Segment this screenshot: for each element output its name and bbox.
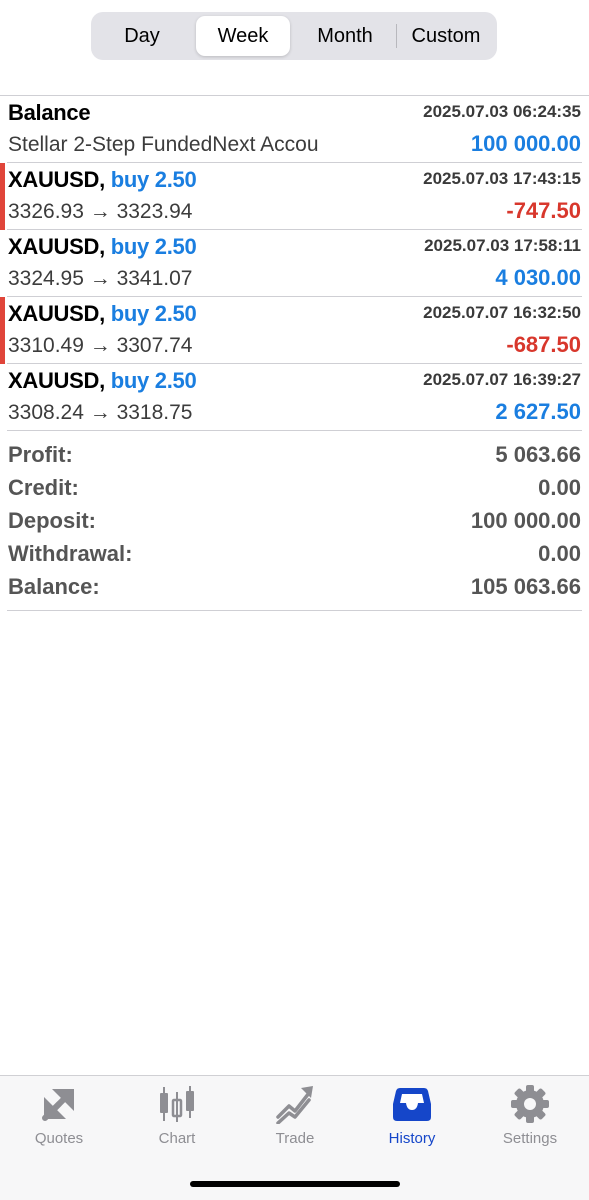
tabbar-history[interactable]: History <box>353 1084 471 1154</box>
deal-title: XAUUSD, buy 2.50 <box>8 234 197 260</box>
deal-side-volume: buy 2.50 <box>110 301 197 326</box>
segment-divider <box>396 24 397 48</box>
deal-prices: 3310.49 → 3307.74 <box>8 334 193 357</box>
deal-time: 2025.07.03 17:58:11 <box>424 236 581 255</box>
deal-symbol: XAUUSD, <box>8 368 105 393</box>
deal-row[interactable]: XAUUSD, buy 2.50 2025.07.03 17:58:11 332… <box>0 230 589 297</box>
balance-entry-title: Balance <box>8 100 91 125</box>
tabbar-label: Chart <box>158 1130 196 1147</box>
deal-time: 2025.07.07 16:39:27 <box>423 370 581 389</box>
deal-row[interactable]: XAUUSD, buy 2.50 2025.07.07 16:39:27 330… <box>0 364 589 431</box>
tab-custom[interactable]: Custom <box>399 16 493 56</box>
summary-bottom-divider <box>7 610 582 611</box>
deal-side-volume: buy 2.50 <box>110 234 197 259</box>
deal-time: 2025.07.03 17:43:15 <box>423 169 581 188</box>
trade-trend-icon <box>276 1086 313 1124</box>
gear-icon <box>511 1085 549 1123</box>
summary-credit-row: Credit: 0.00 <box>0 473 589 506</box>
summary-label: Credit: <box>8 475 79 500</box>
summary-withdrawal-row: Withdrawal: 0.00 <box>0 539 589 572</box>
tabbar-trade[interactable]: Trade <box>236 1084 354 1154</box>
balance-entry-row[interactable]: Balance 2025.07.03 06:24:35 Stellar 2-St… <box>0 96 589 163</box>
tab-day[interactable]: Day <box>95 16 189 56</box>
balance-entry-comment: Stellar 2-Step FundedNext Accou <box>8 133 319 156</box>
tabbar-label: Trade <box>275 1130 315 1147</box>
deal-side-volume: buy 2.50 <box>110 167 197 192</box>
balance-entry-time: 2025.07.03 06:24:35 <box>423 102 581 121</box>
quotes-arrows-icon <box>42 1089 74 1121</box>
tabbar-settings[interactable]: Settings <box>471 1084 589 1154</box>
row-divider <box>7 430 582 431</box>
deal-row[interactable]: XAUUSD, buy 2.50 2025.07.03 17:43:15 332… <box>0 163 589 230</box>
candlestick-chart-icon <box>160 1086 194 1122</box>
summary-value: 105 063.66 <box>470 574 581 599</box>
period-segmented-control: Day Week Month Custom <box>91 12 497 60</box>
deal-row[interactable]: XAUUSD, buy 2.50 2025.07.07 16:32:50 331… <box>0 297 589 364</box>
deal-title: XAUUSD, buy 2.50 <box>8 301 197 327</box>
tabbar-chart[interactable]: Chart <box>118 1084 236 1154</box>
deal-prices: 3308.24 → 3318.75 <box>8 401 193 424</box>
deal-title: XAUUSD, buy 2.50 <box>8 368 197 394</box>
deal-time: 2025.07.07 16:32:50 <box>423 303 581 322</box>
summary-balance-row: Balance: 105 063.66 <box>0 572 589 605</box>
summary-value: 100 000.00 <box>470 508 581 533</box>
tabbar-label: History <box>388 1130 436 1147</box>
tabbar-label: Quotes <box>34 1130 84 1147</box>
summary-value: 0.00 <box>538 541 581 566</box>
history-inbox-icon <box>393 1088 431 1121</box>
deal-symbol: XAUUSD, <box>8 234 105 259</box>
summary-value: 0.00 <box>538 475 581 500</box>
home-indicator[interactable] <box>190 1181 400 1187</box>
summary-deposit-row: Deposit: 100 000.00 <box>0 506 589 539</box>
deal-prices: 3324.95 → 3341.07 <box>8 267 193 290</box>
deal-symbol: XAUUSD, <box>8 167 105 192</box>
summary-profit-row: Profit: 5 063.66 <box>0 440 589 473</box>
deal-symbol: XAUUSD, <box>8 301 105 326</box>
deal-profit: 4 030.00 <box>495 265 581 290</box>
summary-label: Withdrawal: <box>8 541 133 566</box>
loss-marker <box>0 163 5 230</box>
deal-profit: -687.50 <box>506 332 581 357</box>
balance-entry-amount: 100 000.00 <box>470 131 581 156</box>
deal-profit: -747.50 <box>506 198 581 223</box>
history-summary: Profit: 5 063.66 Credit: 0.00 Deposit: 1… <box>0 440 589 605</box>
tab-week[interactable]: Week <box>196 16 290 56</box>
loss-marker <box>0 297 5 364</box>
deal-profit: 2 627.50 <box>495 399 581 424</box>
tabbar-label: Settings <box>502 1130 558 1147</box>
tabbar-quotes[interactable]: Quotes <box>0 1084 118 1154</box>
deal-title: XAUUSD, buy 2.50 <box>8 167 197 193</box>
deal-prices: 3326.93 → 3323.94 <box>8 200 193 223</box>
tab-month[interactable]: Month <box>296 16 394 56</box>
deal-side-volume: buy 2.50 <box>110 368 197 393</box>
summary-label: Profit: <box>8 442 73 467</box>
summary-label: Deposit: <box>8 508 96 533</box>
summary-label: Balance: <box>8 574 100 599</box>
summary-value: 5 063.66 <box>495 442 581 467</box>
